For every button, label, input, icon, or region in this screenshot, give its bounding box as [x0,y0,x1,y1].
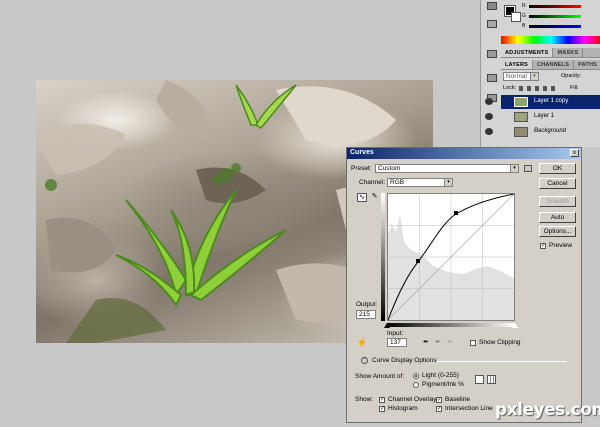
watermark: pxleyes.com [495,400,600,420]
light-radio-label: Light (0-255) [422,372,459,379]
options-button[interactable]: Options... [539,226,576,237]
channel-value: RGB [390,179,405,186]
preset-select[interactable]: Custom ▾ [375,164,519,173]
layer-row[interactable]: Background [485,125,600,139]
eye-icon[interactable] [485,128,493,135]
eye-icon[interactable] [485,113,493,120]
layer-row[interactable]: Layer 1 copy [485,95,600,109]
layer-thumbnail [514,97,528,107]
opacity-label: Opacity: [561,73,582,79]
panel-icon-2[interactable] [487,20,497,28]
layer-row[interactable]: Layer 1 [485,110,600,124]
curves-dialog: Curves x Preset: Custom ▾ Channel: RGB ▾… [346,147,582,423]
black-point-slider[interactable] [384,323,390,328]
tab-layers[interactable]: LAYERS [501,60,534,69]
fill-label: Fill: [570,85,579,91]
histogram-label: Histogram [388,405,418,412]
light-radio[interactable] [413,373,419,379]
channel-overlays-label: Channel Overlays [388,396,440,403]
layers-panel: LAYERS CHANNELS PATHS Normal ▾ Opacity: … [480,60,600,147]
simple-grid-icon[interactable] [475,375,484,384]
intersection-line-label: Intersection Line [445,405,493,412]
adjustments-panel: ADJUSTMENTS MASKS [480,48,600,60]
layer-name: Layer 1 copy [534,98,569,104]
preview-label: Preview [549,242,573,249]
intersection-line-checkbox[interactable]: ✓ [436,406,442,412]
spectrum-bar[interactable] [501,36,600,44]
output-field[interactable]: 215 [356,310,376,319]
red-slider[interactable] [529,5,581,8]
detailed-grid-icon[interactable] [487,375,496,384]
input-field[interactable]: 137 [387,338,407,347]
blend-mode-select[interactable]: Normal ▾ [503,72,539,81]
channel-r-label: R [522,3,526,9]
black-eyedropper-icon[interactable]: ✒ [423,338,431,347]
ok-button[interactable]: OK [539,163,576,174]
white-point-slider[interactable] [512,323,518,328]
close-icon[interactable]: x [570,149,579,157]
hand-tool-icon[interactable]: ☝ [357,338,367,347]
channel-overlays-checkbox[interactable]: ✓ [379,397,385,403]
show-amount-label: Show Amount of: [355,373,405,380]
panel-icon[interactable] [487,2,497,10]
color-panel: R G B [480,0,600,48]
preview-checkbox[interactable]: ✓ [540,243,546,249]
preset-value: Custom [378,165,401,172]
show-clipping-checkbox[interactable] [470,340,476,346]
layer-thumbnail [514,127,528,137]
preset-options-icon[interactable] [524,165,532,172]
channel-label: Channel: [359,179,386,186]
layer-name: Layer 1 [534,113,555,119]
smooth-button[interactable]: Smooth [539,196,576,207]
chevron-down-icon: ▾ [444,179,452,186]
input-label: Input: [387,330,404,337]
cancel-button[interactable]: Cancel [539,178,576,189]
curves-graph[interactable] [387,193,515,321]
panel-icon-4[interactable] [487,74,497,82]
baseline-checkbox[interactable]: ✓ [436,397,442,403]
preset-label: Preset: [351,165,372,172]
blend-mode-value: Normal [506,73,527,80]
divider [437,361,567,362]
curve-tool-icon[interactable]: ∿ [357,193,367,202]
dialog-title-bar[interactable]: Curves [347,148,581,159]
show-clipping-label: Show Clipping [479,339,521,346]
input-gradient-bar [387,323,515,327]
show-label: Show: [355,396,374,403]
eye-icon[interactable] [485,98,493,105]
tab-masks[interactable]: MASKS [553,48,584,57]
pigment-radio[interactable] [413,382,419,388]
lock-label: Lock: [503,85,517,91]
background-color-swatch[interactable] [511,12,521,22]
curve-svg [387,193,515,321]
layer-thumbnail [514,112,528,122]
baseline-label: Baseline [445,396,470,403]
expand-options-icon[interactable]: ⌃ [361,357,368,364]
pencil-tool-icon[interactable]: ✎ [370,193,379,202]
channel-g-label: G [522,13,526,19]
output-label: Output: [356,301,378,308]
histogram-checkbox[interactable]: ✓ [379,406,385,412]
chevron-down-icon: ▾ [530,73,538,80]
green-slider[interactable] [529,15,581,18]
channel-select[interactable]: RGB ▾ [387,178,453,187]
panel-icon-3[interactable] [487,50,497,58]
chevron-down-icon: ▾ [510,165,518,172]
blue-slider[interactable] [529,25,581,28]
pigment-radio-label: Pigment/Ink % [422,381,464,388]
lock-icons[interactable] [519,86,559,91]
tab-channels[interactable]: CHANNELS [533,60,575,69]
tab-adjustments[interactable]: ADJUSTMENTS [501,48,554,57]
channel-b-label: B [522,23,526,29]
curve-display-options-label: Curve Display Options [372,357,437,364]
layer-name: Background [534,128,567,134]
white-eyedropper-icon[interactable]: ✒ [447,338,455,347]
gray-eyedropper-icon[interactable]: ✒ [435,338,443,347]
dialog-title: Curves [350,149,374,156]
auto-button[interactable]: Auto [539,212,576,223]
tab-paths[interactable]: PATHS [574,60,600,69]
output-gradient-bar [381,193,385,321]
